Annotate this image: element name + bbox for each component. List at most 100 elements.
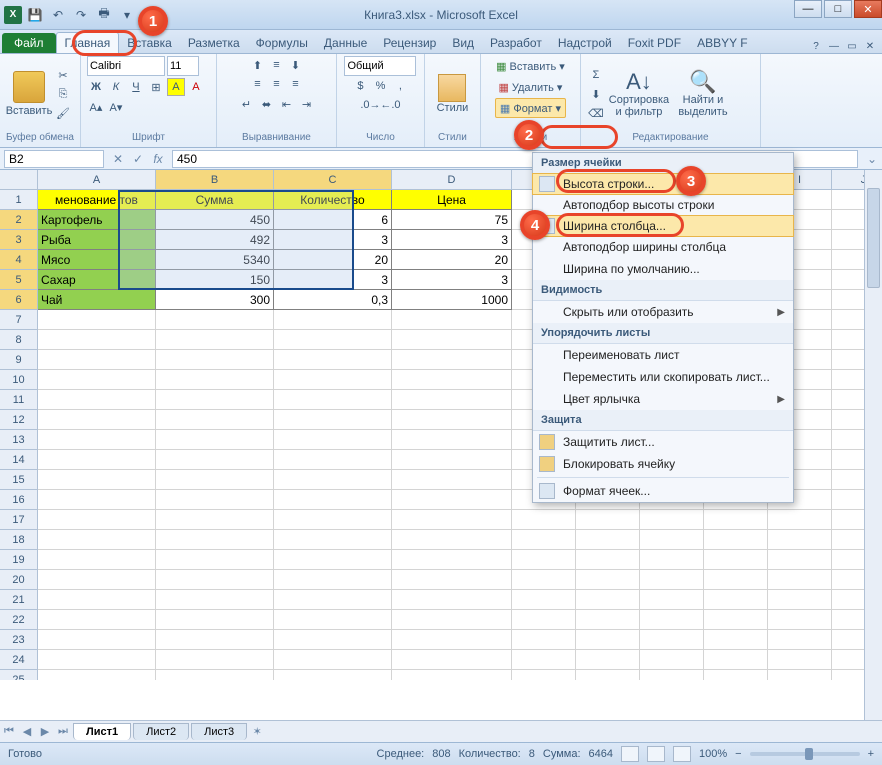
row-header-13[interactable]: 13 xyxy=(0,430,38,450)
row-header-20[interactable]: 20 xyxy=(0,570,38,590)
cell[interactable] xyxy=(274,650,392,670)
cell[interactable] xyxy=(156,610,274,630)
cell[interactable] xyxy=(274,350,392,370)
align-middle-icon[interactable]: ≡ xyxy=(267,56,285,74)
qat-undo-icon[interactable]: ↶ xyxy=(48,5,68,25)
font-size-select[interactable] xyxy=(167,56,199,76)
cell[interactable] xyxy=(156,350,274,370)
cell[interactable] xyxy=(704,670,768,680)
cell[interactable] xyxy=(392,470,512,490)
cell[interactable] xyxy=(704,570,768,590)
cell[interactable]: 0,3 xyxy=(274,290,392,310)
name-box[interactable] xyxy=(4,150,104,168)
cell[interactable]: 300 xyxy=(156,290,274,310)
tab-formulas[interactable]: Формулы xyxy=(248,33,316,53)
cell[interactable] xyxy=(576,530,640,550)
underline-icon[interactable]: Ч xyxy=(127,78,145,96)
row-header-21[interactable]: 21 xyxy=(0,590,38,610)
cell[interactable] xyxy=(640,590,704,610)
cell[interactable] xyxy=(156,470,274,490)
sheet-tab-1[interactable]: Лист1 xyxy=(73,723,131,740)
cell[interactable]: Мясо xyxy=(38,250,156,270)
number-format-select[interactable] xyxy=(344,56,416,76)
align-center-icon[interactable]: ≡ xyxy=(267,75,285,93)
row-header-1[interactable]: 1 xyxy=(0,190,38,210)
cell[interactable] xyxy=(392,330,512,350)
cell[interactable] xyxy=(156,670,274,680)
fill-icon[interactable]: ⬇ xyxy=(587,85,605,103)
shrink-font-icon[interactable]: A▾ xyxy=(107,98,125,116)
cell[interactable] xyxy=(274,450,392,470)
cell[interactable] xyxy=(274,510,392,530)
cell[interactable] xyxy=(156,570,274,590)
delete-cells-button[interactable]: ▦Удалить ▾ xyxy=(494,77,566,97)
row-header-14[interactable]: 14 xyxy=(0,450,38,470)
cell[interactable] xyxy=(392,490,512,510)
mdi-minimize-icon[interactable]: — xyxy=(826,39,842,53)
sheet-tab-3[interactable]: Лист3 xyxy=(191,723,247,740)
row-header-15[interactable]: 15 xyxy=(0,470,38,490)
cell[interactable]: 450 xyxy=(156,210,274,230)
expand-formula-icon[interactable]: ⌄ xyxy=(862,150,882,168)
normal-view-icon[interactable] xyxy=(621,746,639,762)
minimize-button[interactable]: — xyxy=(794,0,822,18)
cell[interactable]: Цена xyxy=(392,190,512,210)
cell[interactable] xyxy=(38,310,156,330)
cell[interactable]: 1000 xyxy=(392,290,512,310)
cell[interactable] xyxy=(274,630,392,650)
excel-app-icon[interactable]: X xyxy=(4,6,22,24)
qat-redo-icon[interactable]: ↷ xyxy=(71,5,91,25)
cell[interactable] xyxy=(392,650,512,670)
cell[interactable] xyxy=(512,650,576,670)
fill-color-icon[interactable]: A xyxy=(167,78,185,96)
cell[interactable] xyxy=(156,530,274,550)
cell[interactable] xyxy=(274,530,392,550)
cell[interactable] xyxy=(704,530,768,550)
cell[interactable] xyxy=(704,630,768,650)
page-break-view-icon[interactable] xyxy=(673,746,691,762)
cell[interactable] xyxy=(392,630,512,650)
cell[interactable]: 20 xyxy=(274,250,392,270)
cell[interactable]: Сумма xyxy=(156,190,274,210)
cell[interactable] xyxy=(38,390,156,410)
mdi-restore-icon[interactable]: ▭ xyxy=(844,39,860,53)
col-header-A[interactable]: A xyxy=(38,170,156,190)
cell[interactable] xyxy=(274,550,392,570)
cell[interactable]: 5340 xyxy=(156,250,274,270)
col-header-D[interactable]: D xyxy=(392,170,512,190)
paste-button[interactable]: Вставить xyxy=(6,60,52,128)
cell[interactable]: 6 xyxy=(274,210,392,230)
dd-autofit-col[interactable]: Автоподбор ширины столбца xyxy=(533,236,793,258)
cell[interactable] xyxy=(392,450,512,470)
format-painter-icon[interactable]: 🖌 xyxy=(54,104,72,122)
cell[interactable] xyxy=(156,450,274,470)
cell[interactable] xyxy=(392,530,512,550)
dd-autofit-row[interactable]: Автоподбор высоты строки xyxy=(533,194,793,216)
zoom-level[interactable]: 100% xyxy=(699,748,727,760)
cell[interactable] xyxy=(38,470,156,490)
cell[interactable] xyxy=(274,670,392,680)
dd-rename[interactable]: Переименовать лист xyxy=(533,344,793,366)
cell[interactable] xyxy=(38,670,156,680)
cell[interactable] xyxy=(768,650,832,670)
cell[interactable] xyxy=(274,590,392,610)
bold-icon[interactable]: Ж xyxy=(87,78,105,96)
comma-icon[interactable]: , xyxy=(391,77,409,95)
dd-row-height[interactable]: Высота строки... xyxy=(532,173,794,195)
cell[interactable] xyxy=(156,550,274,570)
dd-tab-color[interactable]: Цвет ярлычка▶ xyxy=(533,388,793,410)
align-bottom-icon[interactable]: ⬇ xyxy=(286,56,304,74)
cell[interactable] xyxy=(392,570,512,590)
cell[interactable] xyxy=(392,390,512,410)
cell[interactable] xyxy=(640,550,704,570)
cell[interactable] xyxy=(640,530,704,550)
cell[interactable] xyxy=(38,330,156,350)
cell[interactable] xyxy=(768,610,832,630)
cell[interactable] xyxy=(156,490,274,510)
decrease-decimal-icon[interactable]: ←.0 xyxy=(381,96,399,114)
row-header-5[interactable]: 5 xyxy=(0,270,38,290)
cell[interactable] xyxy=(392,350,512,370)
cell[interactable] xyxy=(156,510,274,530)
cell[interactable] xyxy=(392,510,512,530)
tab-review[interactable]: Рецензир xyxy=(375,33,444,53)
